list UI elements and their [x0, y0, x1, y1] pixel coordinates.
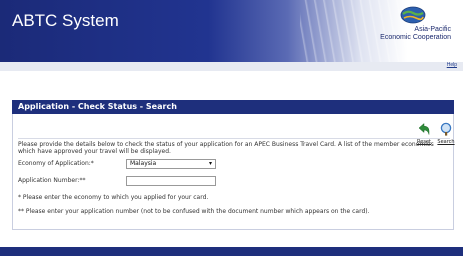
divider — [18, 138, 450, 139]
panel-title: Application - Check Status - Search — [12, 100, 454, 114]
help-bar: Help — [0, 62, 463, 71]
application-number-input[interactable] — [126, 176, 216, 186]
footer-bar — [0, 247, 463, 256]
apec-logo-text: Asia-Pacific Economic Cooperation — [375, 26, 463, 42]
economy-select-value: Malaysia — [130, 160, 157, 167]
note-economy: * Please enter the economy to which you … — [18, 194, 209, 201]
logo-line-1: Asia-Pacific — [414, 26, 451, 33]
chevron-down-icon: ▾ — [208, 160, 212, 167]
intro-line-2: which have approved your travel will be … — [18, 148, 171, 155]
app-title: ABTC System — [12, 11, 119, 30]
help-link[interactable]: Help — [447, 62, 457, 68]
application-number-label: Application Number:** — [18, 177, 86, 184]
logo-line-2: Economic Cooperation — [380, 34, 451, 41]
apec-globe-icon — [400, 6, 426, 24]
back-arrow-icon — [418, 122, 430, 135]
search-button[interactable]: Search — [436, 122, 456, 145]
app-header: ABTC System Asia-Pacific Economic Cooper… — [0, 0, 463, 62]
economy-select[interactable]: Malaysia ▾ — [126, 159, 216, 169]
search-label: Search — [437, 139, 455, 145]
note-application-number: ** Please enter your application number … — [18, 208, 370, 215]
economy-label: Economy of Application:* — [18, 160, 94, 167]
magnifier-icon — [440, 122, 452, 136]
